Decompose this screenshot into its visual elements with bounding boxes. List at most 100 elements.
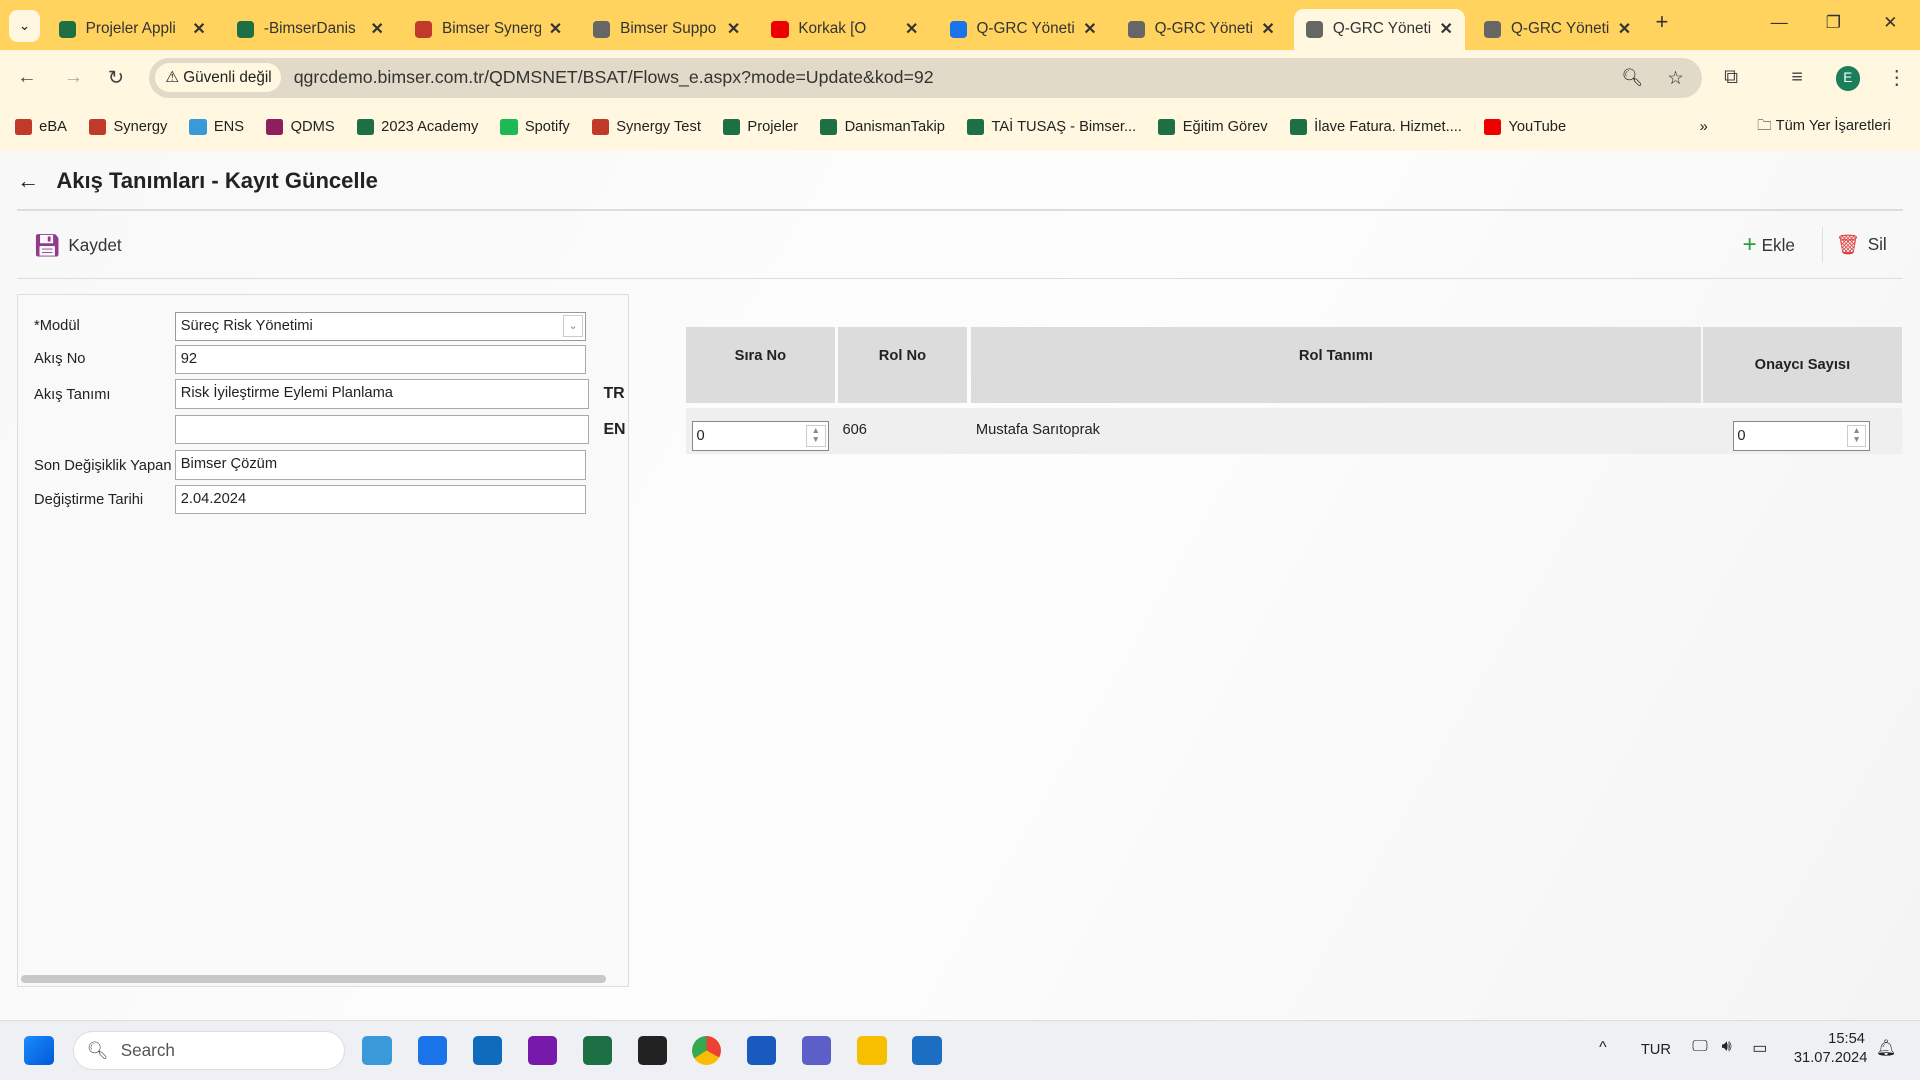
all-bookmarks[interactable]: 🗀 Tüm Yer İşaretleri: [1757, 115, 1891, 140]
excel-icon[interactable]: [582, 1035, 613, 1066]
excel-icon: [58, 20, 76, 38]
bookmark[interactable]: eBA: [14, 119, 67, 135]
battery-icon[interactable]: ▭: [1752, 1038, 1767, 1058]
column-header-role-def[interactable]: Rol Tanımı: [971, 326, 1701, 403]
delete-button[interactable]: 🗑︎ Sil: [1836, 233, 1887, 257]
stepper-arrows-icon[interactable]: ▲ ▼: [1846, 424, 1867, 447]
tab-bar: ⌄ Projeler Appli ✕ -BimserDanis ✕ Bimser Syn…: [0, 0, 1920, 51]
outlook-icon[interactable]: [472, 1035, 503, 1066]
zoom-icon[interactable]: 🔍︎: [1622, 67, 1644, 88]
url-text[interactable]: qgrcdemo.bimser.com.tr/QDMSNET/BSAT/Flow…: [294, 67, 934, 88]
media-icon[interactable]: ≡: [1791, 66, 1802, 89]
bookmark[interactable]: Synergy Test: [591, 119, 701, 135]
bookmark[interactable]: Eğitim Görev: [1158, 119, 1268, 135]
tab[interactable]: -BimserDanis ✕: [225, 9, 396, 51]
more-bookmarks-icon[interactable]: »: [1700, 119, 1708, 135]
close-tab-icon[interactable]: ✕: [1083, 19, 1096, 39]
role-no-cell: 606: [842, 422, 867, 439]
tab-search-button[interactable]: ⌄: [8, 9, 41, 42]
add-button[interactable]: + Ekle: [1742, 231, 1795, 259]
tab[interactable]: Projeler Appli ✕: [47, 9, 218, 51]
bookmark[interactable]: YouTube: [1483, 119, 1566, 135]
profile-avatar[interactable]: E: [1835, 66, 1860, 91]
tab[interactable]: Bimser Synerg ✕: [403, 9, 574, 51]
omnibox[interactable]: ⚠ Güvenli değil qgrcdemo.bimser.com.tr/Q…: [149, 57, 1703, 98]
bookmark[interactable]: 2023 Academy: [356, 119, 478, 136]
network-icon[interactable]: 🖵︎: [1692, 1038, 1707, 1056]
flow-no-input[interactable]: 92: [174, 345, 587, 375]
bookmark[interactable]: QDMS: [266, 119, 335, 135]
sticky-notes-icon[interactable]: [637, 1035, 668, 1066]
security-app-icon[interactable]: [912, 1035, 942, 1066]
notification-bell-icon[interactable]: 🔔︎: [1876, 1038, 1896, 1058]
forward-icon[interactable]: →: [64, 66, 84, 89]
close-tab-icon[interactable]: ✕: [905, 19, 918, 39]
tab[interactable]: Bimser Suppo ✕: [581, 9, 752, 51]
close-window-button[interactable]: ✕: [1883, 12, 1897, 33]
bookmark-icon: [189, 119, 207, 136]
clock-time[interactable]: 15:54: [1828, 1031, 1865, 1047]
reload-icon[interactable]: ↻: [108, 66, 124, 90]
divider: [17, 277, 1903, 280]
bookmark[interactable]: TAİ TUSAŞ - Bimser...: [967, 119, 1136, 135]
bookmark[interactable]: Synergy: [88, 119, 167, 135]
tab[interactable]: Q-GRC Yöneti ✕: [1116, 9, 1287, 51]
clock-date[interactable]: 31.07.2024: [1794, 1050, 1868, 1066]
bookmark[interactable]: Projeler: [722, 119, 798, 136]
bookmark[interactable]: DanismanTakip: [820, 119, 945, 135]
module-select[interactable]: Süreç Risk Yönetimi ⌄: [174, 312, 587, 342]
close-tab-icon[interactable]: ✕: [192, 19, 205, 39]
bookmark-icon: [356, 119, 374, 136]
bookmark[interactable]: Spotify: [500, 119, 570, 135]
volume-icon[interactable]: 🔊︎: [1722, 1038, 1732, 1056]
widgets-icon[interactable]: [417, 1035, 447, 1066]
teams-icon[interactable]: [802, 1035, 832, 1066]
column-header-role-no[interactable]: Rol No: [837, 326, 968, 403]
stepper-arrows-icon[interactable]: ▲ ▼: [805, 424, 826, 447]
tab[interactable]: Korkak [O ✕: [759, 9, 930, 51]
restore-button[interactable]: ❐: [1826, 12, 1841, 33]
onenote-icon[interactable]: [527, 1035, 558, 1066]
tab[interactable]: Q-GRC Yöneti ✕: [1293, 8, 1466, 51]
back-arrow-icon[interactable]: ←: [17, 168, 39, 194]
modified-by-input[interactable]: Bimser Çözüm: [174, 450, 587, 480]
extensions-icon[interactable]: ⧉: [1724, 66, 1738, 89]
security-indicator[interactable]: ⚠ Güvenli değil: [155, 63, 282, 93]
taskbar-search[interactable]: 🔍︎ Search: [73, 1030, 346, 1070]
input-language[interactable]: TUR: [1641, 1042, 1671, 1058]
close-tab-icon[interactable]: ✕: [1440, 19, 1453, 39]
horizontal-scrollbar[interactable]: [20, 974, 606, 984]
chevron-down-icon[interactable]: ⌄: [563, 315, 583, 338]
star-icon[interactable]: ☆: [1667, 67, 1683, 89]
approvers-stepper[interactable]: 0 ▲ ▼: [1732, 421, 1870, 451]
bookmark-icon: [820, 119, 838, 136]
bookmark[interactable]: ENS: [189, 119, 244, 135]
file-explorer-icon[interactable]: [857, 1035, 887, 1066]
minimize-button[interactable]: —: [1771, 12, 1788, 33]
order-stepper[interactable]: 0 ▲ ▼: [691, 421, 829, 451]
chevron-up-icon[interactable]: ^: [1599, 1039, 1606, 1057]
column-header-order[interactable]: Sıra No: [685, 326, 836, 403]
chrome-icon[interactable]: [691, 1035, 722, 1066]
modified-date-label: Değiştirme Tarihi: [34, 492, 144, 508]
back-icon[interactable]: ←: [17, 66, 37, 89]
copilot-icon[interactable]: [362, 1035, 392, 1066]
close-tab-icon[interactable]: ✕: [1618, 19, 1631, 39]
word-icon[interactable]: [746, 1035, 777, 1066]
flow-def-en-input[interactable]: [174, 414, 589, 445]
modified-date-input[interactable]: 2.04.2024: [174, 484, 587, 515]
tab[interactable]: Q-GRC Yöneti ✕: [1472, 9, 1643, 51]
close-tab-icon[interactable]: ✕: [727, 19, 740, 39]
bookmark[interactable]: İlave Fatura. Hizmet....: [1289, 119, 1462, 135]
flow-def-tr-input[interactable]: Risk İyileştirme Eylemi Planlama: [174, 379, 589, 409]
close-tab-icon[interactable]: ✕: [549, 19, 562, 39]
save-button[interactable]: 💾︎ Kaydet: [33, 233, 122, 259]
windows-start-icon[interactable]: [24, 1035, 54, 1066]
tab[interactable]: Q-GRC Yöneti ✕: [937, 9, 1108, 51]
column-header-approvers[interactable]: Onaycı Sayısı: [1703, 326, 1902, 403]
close-tab-icon[interactable]: ✕: [1261, 19, 1274, 39]
new-tab-button[interactable]: +: [1656, 9, 1669, 35]
menu-icon[interactable]: ⋮: [1887, 66, 1907, 90]
bookmark-icon: [722, 119, 741, 136]
close-tab-icon[interactable]: ✕: [371, 19, 384, 39]
